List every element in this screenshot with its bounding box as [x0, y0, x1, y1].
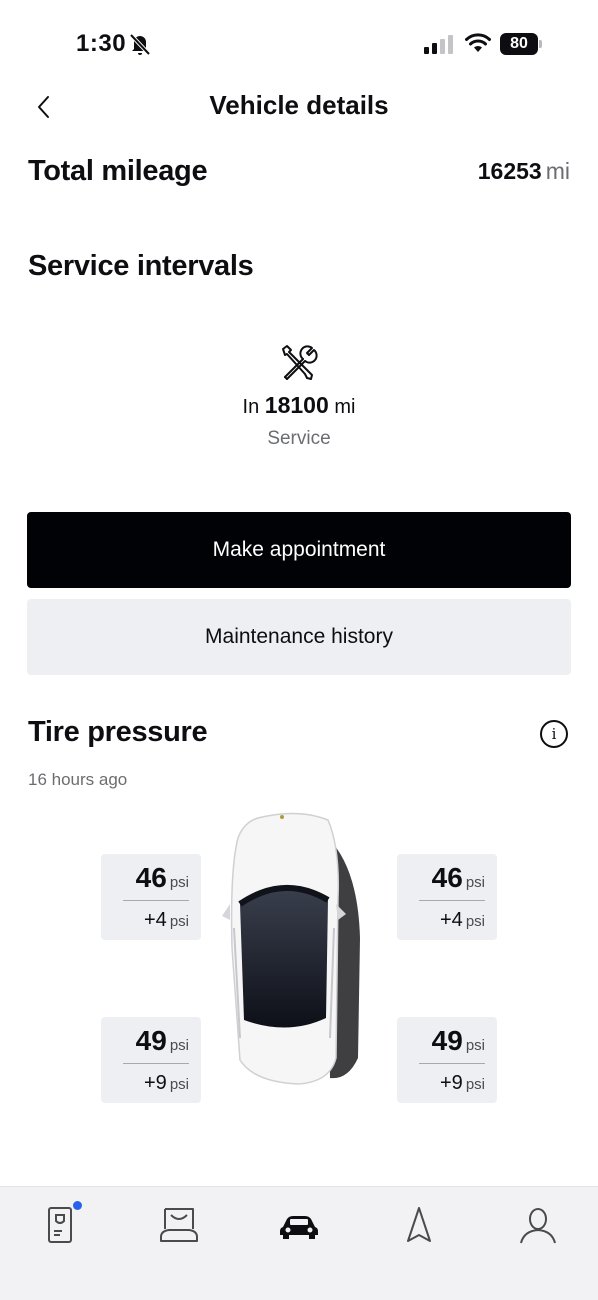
tire-unit: psi [465, 874, 485, 891]
tire-rear-left-value: 49 [135, 1025, 167, 1056]
tire-unit: psi [465, 913, 485, 930]
page-title: Vehicle details [209, 90, 389, 120]
mileage-number: 16253 [477, 158, 542, 184]
profile-icon[interactable] [516, 1203, 560, 1247]
tire-front-right-delta: +4 [440, 909, 463, 931]
bell-muted-icon [129, 33, 151, 56]
tire-front-left: 46 psi +4 psi [101, 854, 201, 940]
tire-rear-right-delta: +9 [440, 1072, 463, 1094]
tire-unit: psi [169, 1037, 189, 1054]
tire-unit: psi [169, 874, 189, 891]
notification-badge [73, 1201, 82, 1210]
tire-unit: psi [465, 1076, 485, 1093]
total-mileage-value: 16253 mi [478, 158, 570, 185]
tire-front-left-value: 46 [135, 862, 167, 893]
car-top-view-image [222, 812, 360, 1085]
tire-unit: psi [169, 913, 189, 930]
navigation-icon[interactable] [397, 1203, 441, 1247]
mileage-unit: mi [545, 158, 570, 184]
tire-pressure-heading: Tire pressure [28, 716, 208, 748]
tire-rear-right: 49 psi +9 psi [397, 1017, 497, 1103]
service-intervals-heading: Service intervals [28, 250, 254, 282]
service-due-text: In 18100 mi [0, 392, 598, 419]
cellular-signal-icon [424, 35, 453, 54]
battery-level: 80 [500, 33, 538, 55]
tire-front-left-delta: +4 [144, 909, 167, 931]
tire-front-right-value: 46 [431, 862, 463, 893]
tire-unit: psi [465, 1037, 485, 1054]
vehicle-front-icon[interactable] [157, 1203, 201, 1247]
status-bar: 1:30 80 [0, 0, 598, 88]
status-time: 1:30 [76, 30, 127, 57]
maintenance-history-button[interactable]: Maintenance history [27, 599, 571, 675]
wifi-icon [465, 33, 491, 52]
make-appointment-button[interactable]: Make appointment [27, 512, 571, 588]
service-unit: mi [334, 396, 356, 418]
service-distance: 18100 [264, 392, 329, 418]
battery-icon: 80 [500, 33, 544, 55]
tire-front-right: 46 psi +4 psi [397, 854, 497, 940]
tire-rear-right-value: 49 [431, 1025, 463, 1056]
service-prefix: In [242, 396, 260, 418]
tire-rear-left-delta: +9 [144, 1072, 167, 1094]
service-label: Service [267, 428, 331, 449]
total-mileage-heading: Total mileage [28, 155, 208, 187]
info-icon[interactable]: i [540, 720, 568, 748]
tire-unit: psi [169, 1076, 189, 1093]
wrench-screwdriver-icon [282, 345, 318, 380]
car-icon[interactable] [277, 1203, 321, 1247]
tire-pressure-timestamp: 16 hours ago [28, 770, 128, 789]
tire-rear-left: 49 psi +9 psi [101, 1017, 201, 1103]
tab-bar [0, 1186, 598, 1300]
